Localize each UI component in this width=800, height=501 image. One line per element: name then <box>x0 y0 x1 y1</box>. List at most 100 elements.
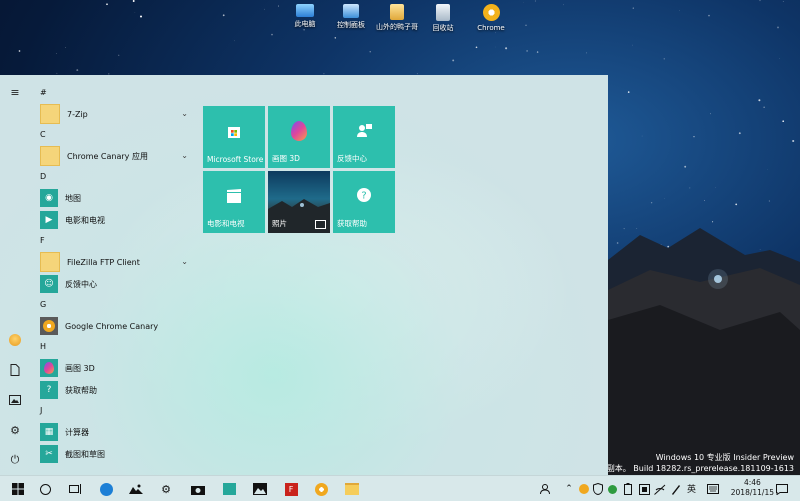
section-letter[interactable]: C <box>36 125 196 145</box>
snip-icon: ✂ <box>40 445 58 463</box>
computer-icon <box>296 4 314 17</box>
section-letter[interactable]: G <box>36 295 196 315</box>
section-letter[interactable]: D <box>36 167 196 187</box>
chrome-icon <box>483 4 500 21</box>
tile-microsoft-store[interactable]: Microsoft Store <box>203 106 265 168</box>
settings-gear-icon[interactable]: ⚙ <box>8 423 22 437</box>
task-view-icon[interactable] <box>67 481 83 497</box>
show-hidden-icons-chevron-icon[interactable]: ⌃ <box>561 481 577 497</box>
chrome-canary-icon[interactable] <box>313 481 329 497</box>
app-item-snip[interactable]: ✂ 截图和草图 <box>36 443 196 465</box>
chevron-down-icon: ⌄ <box>181 257 188 266</box>
photos-app-icon[interactable] <box>128 481 144 497</box>
calculator-icon: ▦ <box>40 423 58 441</box>
chevron-down-icon: ⌄ <box>181 151 188 160</box>
clock-date: 2018/11/15 <box>731 488 774 498</box>
pictures-icon[interactable] <box>8 393 22 407</box>
folder-icon <box>40 252 60 272</box>
tile-photos[interactable]: 照片 <box>268 171 330 233</box>
user-folder-icon <box>390 4 404 20</box>
desktop-icon-recycle-bin[interactable]: 回收站 <box>420 4 466 33</box>
file-explorer-icon[interactable] <box>344 481 360 497</box>
app-item-movies[interactable]: ▶ 电影和电视 <box>36 209 196 231</box>
filezilla-icon[interactable]: F <box>283 481 299 497</box>
movies-icon <box>225 187 243 205</box>
app-item-feedback[interactable]: ☺ 反馈中心 <box>36 273 196 295</box>
section-letter[interactable]: H <box>36 337 196 357</box>
help-icon: ? <box>40 381 58 399</box>
user-avatar[interactable] <box>8 333 22 347</box>
clock-time: 4:46 <box>731 478 774 488</box>
chrome-canary-icon <box>40 317 58 335</box>
app-item-paint3d[interactable]: 画图 3D <box>36 357 196 379</box>
app-label: Google Chrome Canary <box>65 322 158 331</box>
store-icon <box>225 122 243 140</box>
app-item-calculator[interactable]: ▦ 计算器 <box>36 421 196 443</box>
photos-icon <box>315 220 326 229</box>
app-item-filezilla[interactable]: FileZilla FTP Client ⌄ <box>36 251 196 273</box>
camera-icon[interactable] <box>190 481 206 497</box>
taskbar: ⚙ F ⌃ 英 4:46 2018 <box>0 475 800 501</box>
start-menu: ≡ ⚙ ⏻ # 7-Zip ⌄ C Chrome Canary 应用 ⌄ D <box>0 75 608 475</box>
folder-icon <box>40 104 60 124</box>
app-label: 电影和电视 <box>65 215 105 226</box>
start-button[interactable] <box>10 481 26 497</box>
app-label: Chrome Canary 应用 <box>67 151 148 162</box>
tile-movies-tv[interactable]: 电影和电视 <box>203 171 265 233</box>
paint3d-icon <box>290 122 308 140</box>
app-item-get-help[interactable]: ? 获取帮助 <box>36 379 196 401</box>
section-letter[interactable]: F <box>36 231 196 251</box>
app-label: 7-Zip <box>67 110 88 119</box>
ime-icon[interactable] <box>705 481 721 497</box>
tile-paint3d[interactable]: 画图 3D <box>268 106 330 168</box>
sync-icon[interactable] <box>604 481 620 497</box>
edge-icon[interactable] <box>98 481 114 497</box>
input-language-indicator[interactable]: 英 <box>687 482 696 495</box>
app-item-7zip[interactable]: 7-Zip ⌄ <box>36 103 196 125</box>
help-icon: ? <box>355 187 373 205</box>
app-label: 获取帮助 <box>65 385 97 396</box>
desktop-icon-chrome[interactable]: Chrome <box>468 4 514 33</box>
tile-feedback-hub[interactable]: 反馈中心 <box>333 106 395 168</box>
app-label: FileZilla FTP Client <box>67 258 140 267</box>
pen-icon[interactable] <box>668 481 684 497</box>
paint3d-icon <box>40 359 58 377</box>
documents-icon[interactable] <box>8 363 22 377</box>
clock[interactable]: 4:46 2018/11/15 <box>731 478 774 498</box>
movies-icon: ▶ <box>40 211 58 229</box>
tile-get-help[interactable]: ? 获取帮助 <box>333 171 395 233</box>
chevron-down-icon: ⌄ <box>181 109 188 118</box>
app-label: 截图和草图 <box>65 449 105 460</box>
build-watermark: Windows 10 专业版 Insider Preview 评估副本。 Bui… <box>591 452 794 474</box>
feedback-icon <box>355 122 373 140</box>
control-panel-icon <box>343 4 359 18</box>
app-label: 计算器 <box>65 427 89 438</box>
power-icon[interactable]: ⏻ <box>8 453 22 467</box>
start-left-rail: ≡ ⚙ ⏻ <box>0 75 30 475</box>
maps-icon: ◉ <box>40 189 58 207</box>
action-center-icon[interactable] <box>774 481 790 497</box>
app-list: # 7-Zip ⌄ C Chrome Canary 应用 ⌄ D ◉ 地图 ▶ … <box>36 83 196 465</box>
people-icon[interactable] <box>538 481 554 497</box>
section-letter[interactable]: J <box>36 401 196 421</box>
desktop-icon-control-panel[interactable]: 控制面板 <box>328 4 374 30</box>
hamburger-menu-icon[interactable]: ≡ <box>8 85 22 99</box>
svg-text:?: ? <box>361 191 366 202</box>
battery-icon[interactable] <box>620 481 636 497</box>
photo-viewer-icon[interactable] <box>252 481 268 497</box>
build-line-2: 评估副本。 Build 18282.rs_prerelease.181109-1… <box>591 463 794 474</box>
build-line-1: Windows 10 专业版 Insider Preview <box>591 452 794 463</box>
desktop-icon-user-folder[interactable]: 山外的鸭子哥 <box>374 4 420 32</box>
app-item-chrome-canary[interactable]: Google Chrome Canary <box>36 315 196 337</box>
settings-gear-icon[interactable]: ⚙ <box>158 481 174 497</box>
search-icon[interactable] <box>37 481 53 497</box>
app-item-maps[interactable]: ◉ 地图 <box>36 187 196 209</box>
section-letter[interactable]: # <box>36 83 196 103</box>
device-icon[interactable] <box>636 481 652 497</box>
app-label: 画图 3D <box>65 363 95 374</box>
app-item-chrome-canary-apps[interactable]: Chrome Canary 应用 ⌄ <box>36 145 196 167</box>
feedback-hub-icon[interactable] <box>221 481 237 497</box>
network-icon[interactable] <box>652 481 668 497</box>
app-label: 地图 <box>65 193 81 204</box>
desktop-icon-this-pc[interactable]: 此电脑 <box>282 4 328 29</box>
